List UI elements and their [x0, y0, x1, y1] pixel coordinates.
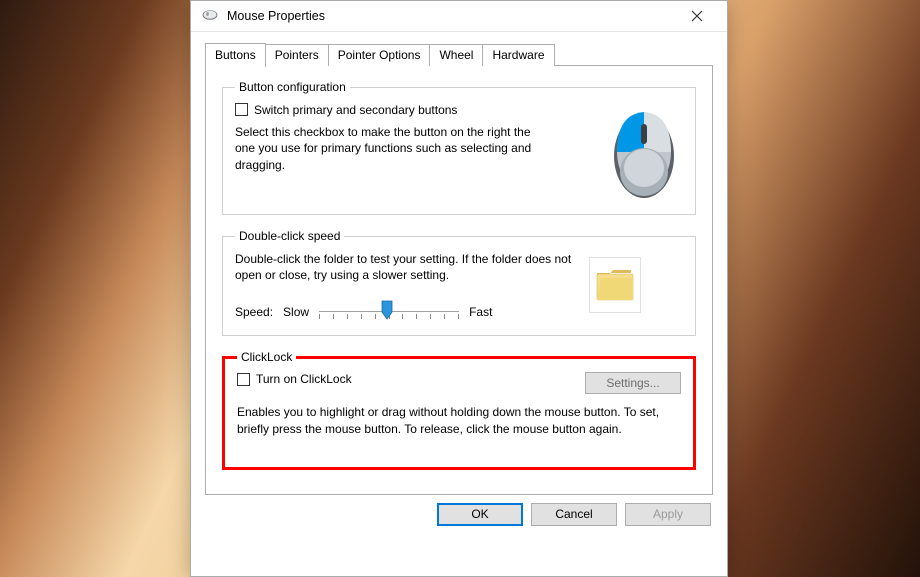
close-button[interactable]	[675, 2, 719, 30]
slider-thumb-icon	[381, 300, 393, 320]
dialog-button-row: OK Cancel Apply	[191, 495, 727, 538]
titlebar: Mouse Properties	[191, 1, 727, 32]
tab-wheel[interactable]: Wheel	[429, 44, 483, 66]
group-button-configuration: Button configuration Switch primary and …	[222, 80, 696, 215]
apply-button: Apply	[625, 503, 711, 526]
speed-label: Speed:	[235, 304, 273, 320]
double-click-description: Double-click the folder to test your set…	[235, 251, 575, 283]
checkbox-switch-primary-secondary[interactable]: Switch primary and secondary buttons	[235, 102, 457, 118]
tabs-container: Buttons Pointers Pointer Options Wheel H…	[205, 42, 713, 495]
legend-button-configuration: Button configuration	[235, 80, 350, 94]
tab-row: Buttons Pointers Pointer Options Wheel H…	[205, 42, 713, 66]
group-double-click-speed: Double-click speed Double-click the fold…	[222, 229, 696, 336]
legend-clicklock: ClickLock	[237, 350, 296, 364]
tab-page-buttons: Button configuration Switch primary and …	[205, 65, 713, 495]
button-config-description: Select this checkbox to make the button …	[235, 124, 545, 173]
tab-pointer-options[interactable]: Pointer Options	[328, 44, 431, 66]
double-click-test-folder[interactable]	[589, 257, 641, 313]
speed-fast-label: Fast	[469, 304, 492, 320]
window-title: Mouse Properties	[227, 9, 675, 23]
checkbox-box-icon	[235, 103, 248, 116]
group-clicklock: ClickLock Settings... Turn on ClickLock …	[222, 350, 696, 469]
mouse-icon	[201, 8, 219, 25]
tab-hardware[interactable]: Hardware	[482, 44, 554, 66]
tab-buttons[interactable]: Buttons	[205, 43, 266, 67]
mouse-illustration	[605, 102, 683, 202]
speed-slow-label: Slow	[283, 304, 309, 320]
legend-double-click: Double-click speed	[235, 229, 344, 243]
checkbox-box-icon	[237, 373, 250, 386]
mouse-properties-dialog: Mouse Properties Buttons Pointers Pointe…	[190, 0, 728, 577]
checkbox-clicklock-label: Turn on ClickLock	[256, 372, 352, 386]
tab-pointers[interactable]: Pointers	[265, 44, 329, 66]
checkbox-turn-on-clicklock[interactable]: Turn on ClickLock	[237, 372, 352, 386]
clicklock-settings-button: Settings...	[585, 372, 681, 394]
clicklock-description: Enables you to highlight or drag without…	[237, 404, 681, 436]
ok-button[interactable]: OK	[437, 503, 523, 526]
checkbox-switch-label: Switch primary and secondary buttons	[254, 102, 457, 118]
cancel-button[interactable]: Cancel	[531, 503, 617, 526]
double-click-speed-slider[interactable]	[319, 301, 459, 323]
